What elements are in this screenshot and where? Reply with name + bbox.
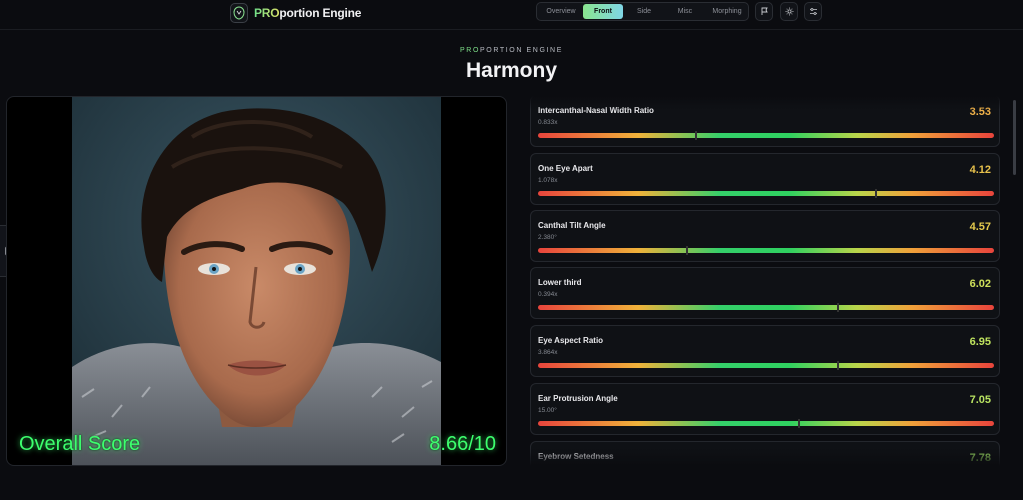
face-photo [72, 97, 441, 465]
settings-button[interactable] [804, 2, 822, 21]
sun-icon [785, 7, 793, 16]
metric-value: 1.078x [538, 177, 558, 184]
metric-value: 3.864x [538, 349, 558, 356]
scrollbar-thumb[interactable] [1013, 100, 1016, 175]
metric-marker [875, 189, 878, 198]
brand-name-rest: portion Engine [279, 6, 362, 20]
metric-range-bar [538, 361, 994, 370]
metric-card[interactable]: One Eye Apart 1.078x 4.12 [530, 153, 1000, 205]
metric-value: 2.380° [538, 234, 557, 241]
theme-toggle-button[interactable] [780, 2, 798, 21]
metric-name: Lower third [538, 278, 582, 287]
view-tabs: Overview Front Side Misc Morphing [536, 2, 749, 21]
metric-name: One Eye Apart [538, 164, 593, 173]
overall-score-value: 8.66/10 [429, 433, 496, 455]
tab-overview[interactable]: Overview [539, 4, 583, 19]
report-button[interactable] [755, 2, 773, 21]
metric-marker [836, 303, 839, 312]
metric-card[interactable]: Intercanthal-Nasal Width Ratio 0.833x 3.… [530, 96, 1000, 147]
kicker-rest: PORTION ENGINE [480, 47, 563, 54]
metric-range-bar [538, 303, 994, 312]
metric-marker [686, 246, 689, 255]
tab-side[interactable]: Side [623, 4, 665, 19]
metric-name: Eye Aspect Ratio [538, 336, 604, 345]
page-kicker: PROPORTION ENGINE [0, 47, 1023, 54]
metric-card[interactable]: Canthal Tilt Angle 2.380° 4.57 [530, 210, 1000, 262]
page-title: Harmony [465, 59, 558, 82]
metric-score: 6.95 [969, 336, 991, 348]
metric-name: Eyebrow Setedness [538, 452, 614, 461]
metric-range-bar [538, 131, 994, 140]
tab-front[interactable]: Front [583, 4, 623, 19]
metric-score: 6.02 [969, 278, 991, 290]
metric-card[interactable]: Ear Protrusion Angle 15.00° 7.05 [530, 383, 1000, 435]
face-photo-card: Overall Score 8.66/10 [6, 96, 507, 466]
kicker-pro: PRO [460, 47, 481, 54]
metric-score: 7.78 [969, 452, 991, 464]
tab-morphing[interactable]: Morphing [705, 4, 749, 19]
metric-marker [797, 419, 800, 428]
metric-name: Intercanthal-Nasal Width Ratio [538, 106, 654, 115]
metric-range-bar [538, 419, 994, 428]
metric-range-bar [538, 189, 994, 198]
brand-name-pro: PRO [254, 6, 280, 20]
sliders-icon [809, 8, 817, 15]
metric-card[interactable]: Eye Aspect Ratio 3.864x 6.95 [530, 325, 1000, 377]
metric-score: 7.05 [969, 394, 991, 406]
metric-name: Ear Protrusion Angle [538, 394, 618, 403]
metric-value: 0.833x [538, 119, 558, 126]
flag-icon [761, 7, 768, 15]
tab-misc[interactable]: Misc [665, 4, 705, 19]
metric-marker [695, 131, 698, 140]
brand-name: PROportion Engine [254, 6, 361, 20]
brand[interactable]: PROportion Engine [230, 2, 361, 24]
overall-score-label: Overall Score [19, 433, 141, 455]
metric-range-bar [538, 246, 994, 255]
top-bar: PROportion Engine Overview Front Side Mi… [0, 0, 1023, 30]
metric-value: 15.00° [538, 407, 557, 414]
metric-score: 3.53 [969, 106, 991, 118]
metric-marker [836, 361, 839, 370]
metrics-list[interactable]: Intercanthal-Nasal Width Ratio 0.833x 3.… [530, 96, 1000, 466]
metric-score: 4.57 [969, 221, 991, 233]
metric-card[interactable]: Lower third 0.394x 6.02 [530, 267, 1000, 319]
metric-name: Canthal Tilt Angle [538, 221, 606, 230]
metric-value: 0.394x [538, 291, 558, 298]
metric-score: 4.12 [969, 164, 991, 176]
metric-card[interactable]: Eyebrow Setedness 7.78 [530, 441, 1000, 466]
brand-logo-icon [230, 3, 248, 23]
